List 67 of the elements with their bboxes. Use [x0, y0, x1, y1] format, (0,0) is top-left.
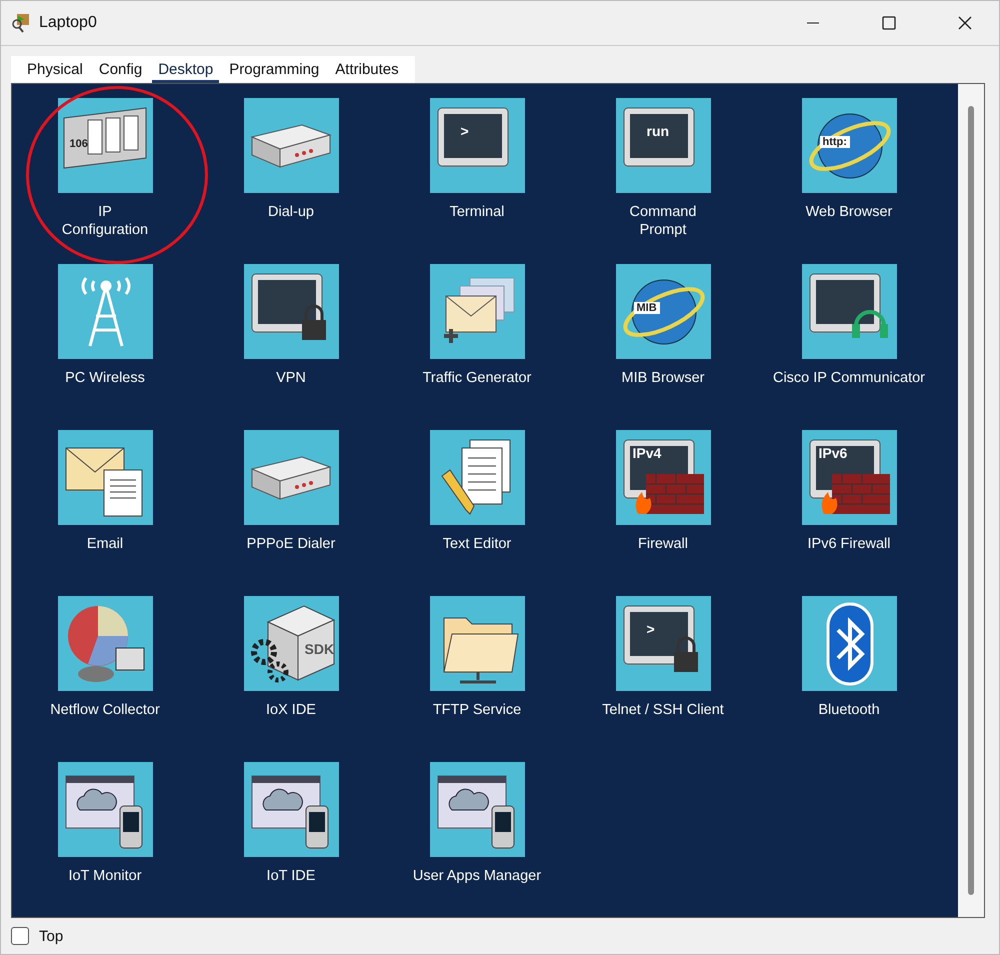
window-title: Laptop0	[39, 14, 98, 32]
app-tile[interactable]: IPv4	[616, 430, 710, 525]
icon-caption: IPv6	[818, 446, 848, 462]
app-label[interactable]: Telnet / SSH Client	[602, 701, 724, 719]
app-label[interactable]: User Apps Manager	[412, 867, 542, 885]
app-tile[interactable]: 106	[58, 98, 152, 193]
icon-caption: IPv4	[632, 446, 662, 462]
app-label[interactable]: IP Configuration	[62, 203, 148, 239]
modem-icon	[250, 122, 332, 168]
tab[interactable]: Programming	[223, 56, 326, 83]
icon-caption: MIB	[634, 302, 660, 314]
app-tile[interactable]	[244, 762, 338, 857]
app-tile[interactable]: http:	[802, 98, 896, 193]
app-label[interactable]: IoT IDE	[266, 867, 316, 885]
icon-caption: >	[460, 124, 470, 140]
app-tile[interactable]: >	[430, 98, 524, 193]
app-label[interactable]: Cisco IP Communicator	[772, 369, 926, 387]
app-tile[interactable]	[244, 98, 338, 193]
checkbox[interactable]	[11, 927, 29, 945]
app-tile[interactable]: >	[616, 596, 710, 691]
tab[interactable]: Attributes	[329, 56, 405, 83]
app-tile[interactable]	[58, 264, 152, 359]
modem-icon	[250, 454, 332, 500]
app-tile[interactable]	[58, 762, 152, 857]
close-icon[interactable]	[958, 16, 972, 30]
app-tile[interactable]	[802, 596, 896, 691]
app-tile[interactable]	[58, 596, 152, 691]
icon-caption: >	[646, 622, 656, 638]
app-label[interactable]: Email	[86, 535, 124, 553]
app-label[interactable]: TFTP Service	[432, 701, 522, 719]
icon-caption: 106	[68, 138, 89, 150]
app-label[interactable]: Terminal	[450, 203, 504, 221]
app-label[interactable]: Firewall	[638, 535, 688, 553]
app-logo-icon	[11, 13, 31, 33]
app-label[interactable]: Traffic Generator	[422, 369, 532, 387]
app-tile[interactable]	[430, 430, 524, 525]
app-label[interactable]: Text Editor	[442, 535, 512, 553]
app-label[interactable]: Web Browser	[806, 203, 892, 221]
app-tile[interactable]	[244, 430, 338, 525]
app-tile[interactable]	[430, 596, 524, 691]
icon-caption: run	[646, 124, 670, 140]
icon-caption: http:	[820, 136, 850, 148]
maximize-icon[interactable]	[882, 16, 896, 30]
app-tile[interactable]	[802, 264, 896, 359]
app-label[interactable]: PC Wireless	[65, 369, 145, 387]
app-label[interactable]: MIB Browser	[622, 369, 704, 387]
app-label[interactable]: IPv6 Firewall	[808, 535, 890, 553]
app-tile[interactable]	[430, 264, 524, 359]
checkbox-label: Top	[39, 928, 64, 944]
app-tile[interactable]	[244, 264, 338, 359]
app-tile[interactable]	[430, 762, 524, 857]
app-tile[interactable]	[58, 430, 152, 525]
app-tile[interactable]: IPv6	[802, 430, 896, 525]
app-label[interactable]: PPPoE Dialer	[246, 535, 336, 553]
app-label[interactable]: IoX IDE	[266, 701, 316, 719]
app-label[interactable]: Netflow Collector	[50, 701, 160, 719]
app-label[interactable]: Command Prompt	[630, 203, 696, 239]
tab[interactable]: Physical	[21, 56, 89, 83]
scrollbar[interactable]	[958, 84, 984, 917]
tab[interactable]: Config	[92, 56, 148, 83]
app-label[interactable]: VPN	[276, 369, 306, 387]
scrollbar-thumb[interactable]	[968, 106, 974, 895]
app-label[interactable]: IoT Monitor	[68, 867, 142, 885]
app-label[interactable]: Bluetooth	[818, 701, 880, 719]
app-tile[interactable]: MIB	[616, 264, 710, 359]
app-tile[interactable]: run	[616, 98, 710, 193]
app-label[interactable]: Dial-up	[268, 203, 314, 221]
